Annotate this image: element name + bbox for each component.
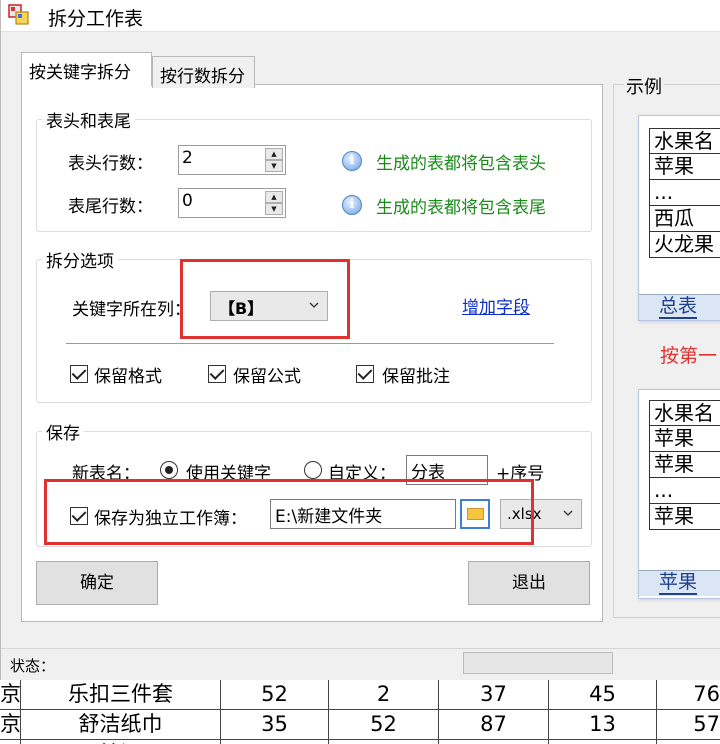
table-cell: 35 [220, 710, 328, 740]
table-cell [548, 740, 656, 744]
key-column-label: 关键字所在列： [72, 300, 191, 320]
table-cell: 57 [656, 710, 720, 740]
table-cell: 乐扣三件套 [20, 680, 220, 710]
sheet-tabstrip: 苹果 [639, 570, 720, 596]
progress-bar [463, 652, 613, 674]
keep-format-checkbox[interactable] [70, 365, 88, 383]
table-cell: 52 [328, 710, 438, 740]
tab-split-by-rows[interactable]: 按行数拆分 [152, 56, 255, 88]
sheet-tab-total: 总表 [659, 295, 698, 319]
keep-format-label: 保留格式 [94, 367, 162, 387]
group-legend: 拆分选项 [42, 247, 118, 272]
sheet-tab-apple: 苹果 [659, 571, 698, 595]
table-row: 京 舒洁纸巾 35 52 87 13 57 [0, 710, 720, 740]
table-cell: 52 [220, 680, 328, 710]
table-cell: 京 [0, 712, 20, 736]
example-arrow-text: 按第一 [660, 345, 718, 367]
table-cell: 2 [328, 680, 438, 710]
example-sheet-apple: 水果名 苹果 苹果 ... 苹果 苹果 [638, 389, 720, 599]
status-bar: 状态： [1, 648, 720, 678]
sheet-cell: 苹果 [649, 154, 720, 180]
table-row: 抽湿 [0, 740, 720, 744]
group-legend: 保存 [42, 419, 84, 444]
keep-comment-label: 保留批注 [382, 367, 450, 387]
custom-radio[interactable] [304, 461, 322, 479]
keep-formula-checkbox[interactable] [208, 365, 226, 383]
footer-hint: 生成的表都将包含表尾 [376, 198, 546, 218]
sheet-cell: 水果名 [649, 128, 720, 154]
tab-panel: 表头和表尾 表头行数： 2 ▲ ▼ i 生成的表都将包含表头 表尾行数： 0 ▲… [21, 84, 603, 622]
table-cell: 45 [548, 680, 656, 710]
chevron-down-icon [563, 510, 573, 516]
info-icon: i [342, 195, 362, 215]
keep-comment-checkbox[interactable] [356, 365, 374, 383]
table-cell [438, 740, 548, 744]
table-cell: 76 [656, 680, 720, 710]
tab-split-by-keyword[interactable]: 按关键字拆分 [21, 52, 152, 86]
use-keyword-radio[interactable] [160, 461, 178, 479]
spin-up-icon[interactable]: ▲ [265, 148, 283, 160]
sheet-cell: 西瓜 [649, 206, 720, 232]
example-legend: 示例 [624, 73, 664, 99]
highlight-box [180, 259, 350, 339]
split-worksheet-dialog: 拆分工作表 按关键字拆分 按行数拆分 表头和表尾 表头行数： 2 ▲ ▼ i 生… [0, 0, 720, 680]
sheet-cell: 苹果 [649, 452, 720, 478]
sheet-cell: 火龙果 [649, 232, 720, 258]
table-cell: 抽湿 [20, 740, 220, 744]
table-cell: 37 [438, 680, 548, 710]
app-icon [8, 4, 29, 25]
keep-formula-label: 保留公式 [233, 367, 301, 387]
table-cell: 京 [0, 682, 20, 706]
table-cell [0, 740, 20, 744]
footer-rows-value: 0 [182, 191, 193, 211]
spin-up-icon[interactable]: ▲ [265, 191, 283, 203]
add-field-link[interactable]: 增加字段 [462, 293, 530, 318]
example-sheet-total: 水果名 苹果 ... 西瓜 火龙果 总表 [638, 115, 720, 321]
spin-down-icon[interactable]: ▼ [265, 160, 283, 172]
header-rows-value: 2 [182, 148, 193, 168]
table-cell: 13 [548, 710, 656, 740]
background-spreadsheet: 京 乐扣三件套 52 2 37 45 76 京 舒洁纸巾 35 52 87 13… [0, 680, 720, 744]
sheet-cell: ... [649, 478, 720, 504]
spin-down-icon[interactable]: ▼ [265, 203, 283, 215]
example-group: 示例 水果名 苹果 ... 西瓜 火龙果 总表 按第一 水果名 苹果 苹果 ..… [613, 73, 720, 618]
footer-rows-label: 表尾行数： [68, 197, 153, 217]
sheet-cell: 水果名 [649, 400, 720, 426]
header-hint: 生成的表都将包含表头 [376, 154, 546, 174]
divider [66, 343, 554, 344]
highlight-box [44, 479, 534, 545]
sheet-cell: ... [649, 180, 720, 206]
table-cell [656, 740, 720, 744]
header-rows-label: 表头行数： [68, 154, 153, 174]
table-cell: 舒洁纸巾 [20, 710, 220, 740]
sheet-tabstrip: 总表 [639, 294, 720, 320]
ok-button[interactable]: 确定 [36, 561, 158, 605]
table-row: 京 乐扣三件套 52 2 37 45 76 [0, 680, 720, 710]
sheet-cell: 苹果 [649, 504, 720, 530]
group-legend: 表头和表尾 [42, 107, 135, 132]
table-cell: 87 [438, 710, 548, 740]
status-label: 状态： [10, 657, 56, 675]
table-cell [328, 740, 438, 744]
sheet-cell: 苹果 [649, 426, 720, 452]
header-rows-stepper[interactable]: 2 ▲ ▼ [178, 145, 286, 175]
table-cell [220, 740, 328, 744]
info-icon: i [342, 151, 362, 171]
window-title: 拆分工作表 [48, 8, 144, 30]
exit-button[interactable]: 退出 [468, 561, 590, 605]
footer-rows-stepper[interactable]: 0 ▲ ▼ [178, 188, 286, 218]
title-bar[interactable]: 拆分工作表 [1, 0, 720, 32]
